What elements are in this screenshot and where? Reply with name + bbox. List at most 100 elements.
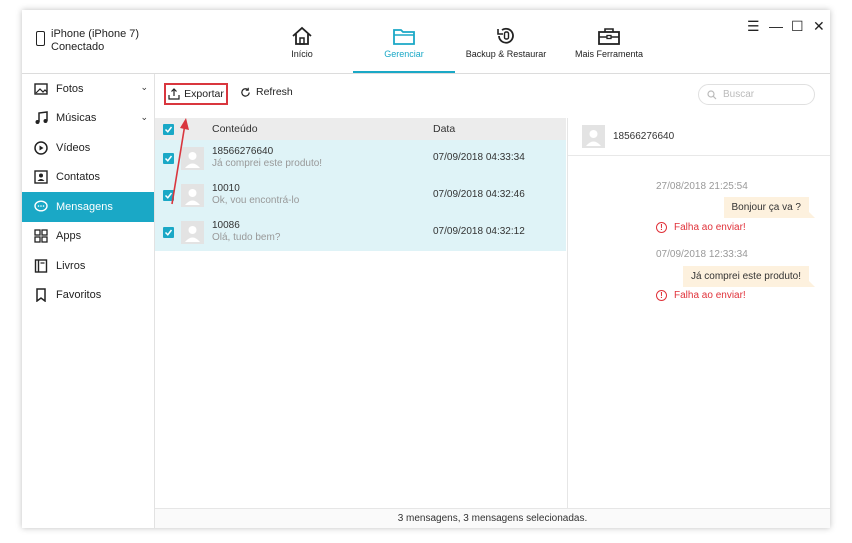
sidebar-item-label: Mensagens: [56, 200, 113, 213]
search-box[interactable]: [698, 84, 815, 105]
row-preview: Olá, tudo bem?: [212, 232, 281, 243]
tab-mais-ferramenta[interactable]: Mais Ferramenta: [574, 10, 644, 73]
send-failed-notice: ! Falha ao enviar!: [656, 222, 746, 233]
column-header-date[interactable]: Data: [433, 123, 455, 135]
toolbox-icon: [598, 28, 620, 45]
conversation-header: 18566276640: [568, 118, 830, 156]
sidebar-item-label: Livros: [56, 259, 86, 272]
sidebar-item-label: Vídeos: [56, 141, 91, 154]
status-bar: 3 mensagens, 3 mensagens selecionadas.: [155, 508, 830, 528]
avatar: [181, 147, 204, 170]
search-icon: [707, 89, 717, 99]
sidebar-item-fotos[interactable]: Fotos ⌄: [22, 74, 154, 104]
message-timestamp: 27/08/2018 21:25:54: [656, 181, 748, 192]
export-label: Exportar: [184, 88, 224, 100]
maximize-button[interactable]: ☐: [791, 18, 804, 35]
tab-backup-restaurar[interactable]: Backup & Restaurar: [466, 10, 546, 73]
chevron-down-icon[interactable]: ⌄: [140, 82, 148, 93]
row-checkbox[interactable]: [163, 153, 174, 164]
row-checkbox[interactable]: [163, 190, 174, 201]
message-bubble: Já comprei este produto!: [682, 266, 816, 287]
check-icon: [164, 192, 173, 199]
sidebar-item-contatos[interactable]: Contatos: [22, 163, 154, 193]
tab-mais-label: Mais Ferramenta: [574, 49, 644, 59]
bookmark-icon: [36, 288, 46, 303]
table-row[interactable]: 10086 Olá, tudo bem? 07/09/2018 04:32:12: [155, 214, 566, 251]
avatar: [582, 125, 605, 148]
chevron-down-icon[interactable]: ⌄: [140, 112, 148, 123]
message-icon: [34, 200, 48, 212]
music-icon: [35, 111, 48, 125]
close-button[interactable]: ✕: [813, 18, 825, 35]
row-date: 07/09/2018 04:33:34: [433, 152, 525, 163]
tab-backup-label: Backup & Restaurar: [465, 49, 547, 59]
tab-gerenciar[interactable]: Gerenciar: [353, 10, 455, 73]
menu-icon[interactable]: ☰: [747, 18, 760, 35]
send-failed-text: Falha ao enviar!: [674, 222, 746, 233]
folder-icon: [393, 29, 415, 45]
phone-icon: [36, 31, 45, 46]
sidebar-item-label: Contatos: [56, 171, 101, 184]
sidebar-item-label: Fotos: [56, 82, 84, 95]
refresh-icon: [241, 87, 250, 97]
top-header: iPhone (iPhone 7) Conectado Início Geren…: [22, 10, 830, 74]
search-input[interactable]: [721, 88, 805, 101]
user-placeholder-icon: [185, 189, 200, 205]
device-info[interactable]: iPhone (iPhone 7) Conectado: [36, 28, 139, 54]
select-all-checkbox[interactable]: [163, 124, 174, 135]
check-icon: [164, 229, 173, 236]
row-contact: 18566276640: [212, 146, 274, 157]
check-icon: [164, 155, 173, 162]
row-preview: Ok, vou encontrá-lo: [212, 195, 300, 206]
photo-icon: [34, 83, 48, 95]
sidebar-item-mensagens[interactable]: Mensagens: [22, 192, 154, 222]
send-failed-notice: ! Falha ao enviar!: [656, 290, 746, 301]
sidebar-item-videos[interactable]: Vídeos: [22, 133, 154, 163]
minimize-button[interactable]: —: [769, 18, 783, 34]
sidebar-item-label: Músicas: [56, 112, 97, 125]
message-bubble: Bonjour ça va ?: [723, 197, 815, 218]
contacts-icon: [34, 170, 48, 184]
home-icon: [292, 26, 312, 45]
video-icon: [34, 141, 48, 155]
row-checkbox[interactable]: [163, 227, 174, 238]
export-button[interactable]: Exportar: [164, 83, 228, 105]
sidebar-item-favoritos[interactable]: Favoritos: [22, 281, 154, 311]
list-header: Conteúdo Data: [155, 118, 566, 140]
sidebar: Fotos ⌄ Músicas ⌄ Vídeos Contatos Mensag…: [22, 74, 155, 528]
row-contact: 10010: [212, 183, 240, 194]
device-status: Conectado: [51, 41, 105, 53]
row-preview: Já comprei este produto!: [212, 158, 323, 169]
error-icon: !: [656, 290, 667, 301]
app-window: iPhone (iPhone 7) Conectado Início Geren…: [22, 10, 830, 528]
sidebar-item-musicas[interactable]: Músicas ⌄: [22, 104, 154, 134]
user-placeholder-icon: [586, 130, 601, 146]
table-row[interactable]: 10010 Ok, vou encontrá-lo 07/09/2018 04:…: [155, 177, 566, 214]
avatar: [181, 221, 204, 244]
export-icon: [168, 88, 180, 100]
column-header-content[interactable]: Conteúdo: [212, 123, 258, 135]
backup-restore-icon: [497, 27, 514, 44]
tab-inicio[interactable]: Início: [280, 10, 324, 73]
refresh-label: Refresh: [256, 86, 293, 98]
message-list: Conteúdo Data 18566276640 Já comprei est…: [155, 118, 566, 508]
message-timestamp: 07/09/2018 12:33:34: [656, 249, 748, 260]
avatar: [181, 184, 204, 207]
conversation-contact: 18566276640: [613, 131, 675, 142]
sidebar-item-livros[interactable]: Livros: [22, 251, 154, 281]
row-date: 07/09/2018 04:32:46: [433, 189, 525, 200]
refresh-button[interactable]: Refresh: [240, 86, 293, 98]
book-icon: [34, 259, 48, 273]
row-contact: 10086: [212, 220, 240, 231]
check-icon: [164, 126, 173, 133]
sidebar-item-label: Apps: [56, 230, 82, 243]
user-placeholder-icon: [185, 152, 200, 168]
error-icon: !: [656, 222, 667, 233]
sidebar-item-apps[interactable]: Apps: [22, 222, 154, 252]
tab-inicio-label: Início: [291, 49, 313, 59]
toolbar: Exportar Refresh: [155, 74, 830, 118]
send-failed-text: Falha ao enviar!: [674, 290, 746, 301]
device-name: iPhone (iPhone 7): [51, 28, 140, 40]
table-row[interactable]: 18566276640 Já comprei este produto! 07/…: [155, 140, 566, 177]
sidebar-item-label: Favoritos: [56, 289, 102, 302]
